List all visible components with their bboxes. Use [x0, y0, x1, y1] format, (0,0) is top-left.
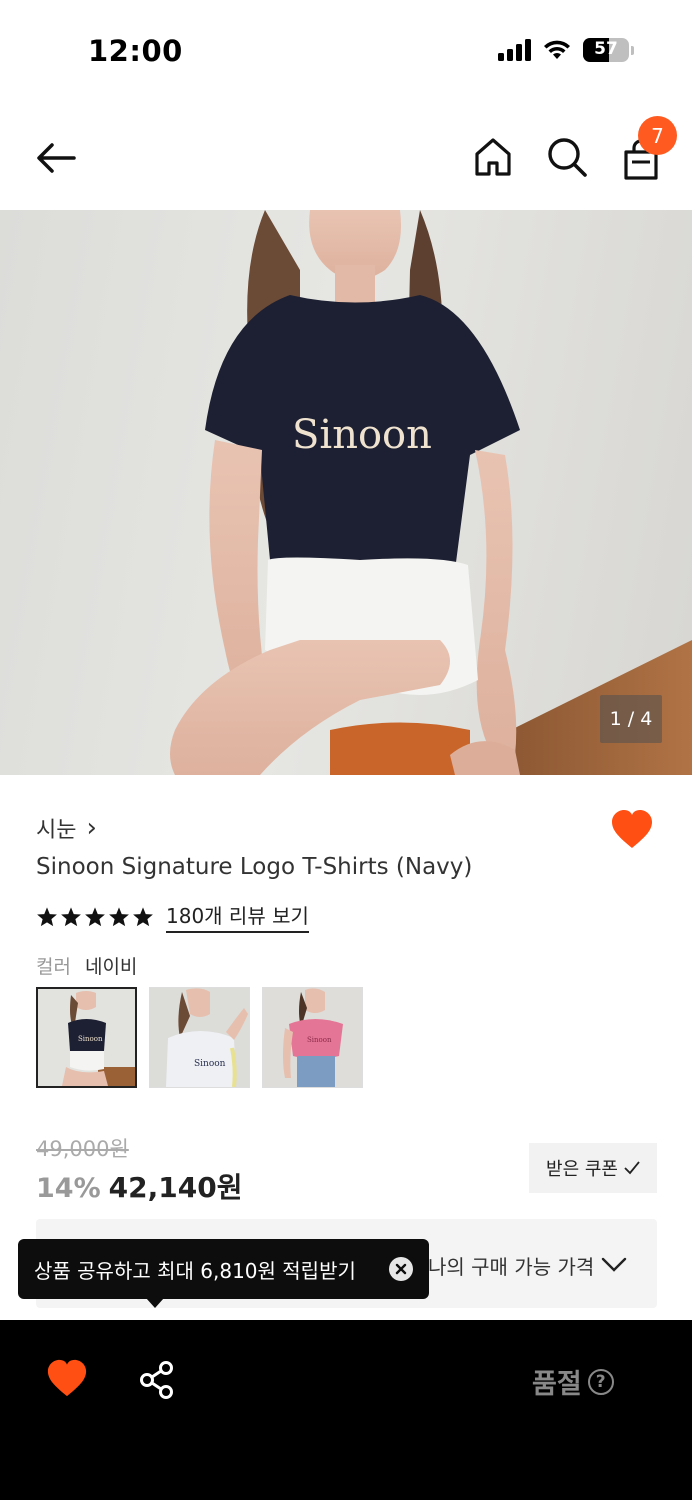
product-photo: Sinoon — [170, 210, 692, 775]
soldout-label: 품절 — [532, 1369, 582, 1400]
color-label: 컬러 — [36, 956, 71, 978]
cart-count-badge: 7 — [638, 116, 677, 155]
product-image-carousel[interactable]: Sinoon 1 / 4 — [0, 210, 692, 775]
chevron-down-icon[interactable] — [600, 1252, 628, 1276]
review-link[interactable]: 180개 리뷰 보기 — [166, 900, 309, 933]
swatch-pink-print: Sinoon — [307, 1036, 332, 1044]
swatch-white-thumb: Sinoon — [150, 988, 249, 1087]
battery-cap — [631, 45, 634, 55]
search-icon[interactable] — [544, 134, 590, 180]
rating-row: 180개 리뷰 보기 — [36, 900, 309, 933]
brand-name: 시눈 — [36, 818, 77, 843]
swatch-white[interactable]: Sinoon — [149, 987, 250, 1088]
sale-price: 42,140원 — [108, 1171, 243, 1204]
product-title: Sinoon Signature Logo T-Shirts (Navy) — [36, 854, 473, 880]
chevron-right-icon: › — [86, 813, 97, 843]
swatch-white-print: Sinoon — [194, 1059, 226, 1069]
cellular-signal-icon — [498, 39, 531, 61]
shirt-print-text: Sinoon — [292, 412, 432, 458]
share-reward-tooltip: 상품 공유하고 최대 6,810원 적립받기 — [18, 1239, 429, 1299]
swatch-pink-thumb: Sinoon — [263, 988, 362, 1087]
tooltip-text: 상품 공유하고 최대 6,810원 적립받기 — [34, 1258, 356, 1283]
status-bar: 12:00 57 — [0, 0, 692, 100]
color-row: 컬러 네이비 — [36, 952, 137, 979]
brand-link[interactable]: 시눈 › — [36, 812, 97, 844]
checkmark-icon — [624, 1161, 640, 1175]
star-icon — [109, 906, 129, 926]
color-swatches: Sinoon Sinoon Sinoon — [36, 987, 363, 1088]
share-icon[interactable] — [138, 1360, 176, 1400]
original-price: 49,000원 — [36, 1137, 129, 1161]
battery-percent: 57 — [594, 39, 618, 59]
swatch-navy[interactable]: Sinoon — [36, 987, 137, 1088]
star-rating — [36, 906, 154, 928]
star-icon — [61, 906, 81, 926]
swatch-navy-print: Sinoon — [78, 1035, 103, 1043]
top-nav-bar: 7 — [0, 110, 692, 206]
home-icon[interactable] — [470, 134, 516, 180]
heart-icon[interactable] — [46, 1358, 88, 1400]
price-row: 14% 42,140원 — [36, 1166, 242, 1206]
status-icons: 57 — [498, 38, 634, 62]
soldout-status: 품절 ? — [532, 1362, 614, 1401]
wifi-icon — [544, 40, 570, 59]
coupon-button-label: 받은 쿠폰 — [546, 1159, 618, 1180]
heart-icon[interactable] — [610, 808, 654, 852]
help-icon[interactable]: ? — [587, 1368, 614, 1395]
status-time: 12:00 — [88, 34, 183, 68]
tooltip-arrow — [146, 1298, 164, 1308]
back-arrow-icon[interactable] — [32, 138, 80, 178]
received-coupon-button[interactable]: 받은 쿠폰 — [529, 1143, 657, 1193]
star-icon — [37, 906, 57, 926]
bottom-action-bar — [0, 1320, 692, 1500]
carousel-page-indicator: 1 / 4 — [600, 695, 662, 743]
swatch-navy-thumb: Sinoon — [38, 989, 135, 1086]
star-icon — [133, 906, 153, 926]
battery-icon: 57 — [583, 38, 629, 62]
star-icon — [85, 906, 105, 926]
my-price-label: 나의 구매 가능 가격 — [428, 1255, 595, 1279]
swatch-pink[interactable]: Sinoon — [262, 987, 363, 1088]
close-x-glyph — [395, 1263, 407, 1275]
discount-percent: 14% — [36, 1173, 101, 1204]
close-icon[interactable] — [389, 1257, 413, 1281]
color-value: 네이비 — [84, 956, 138, 978]
